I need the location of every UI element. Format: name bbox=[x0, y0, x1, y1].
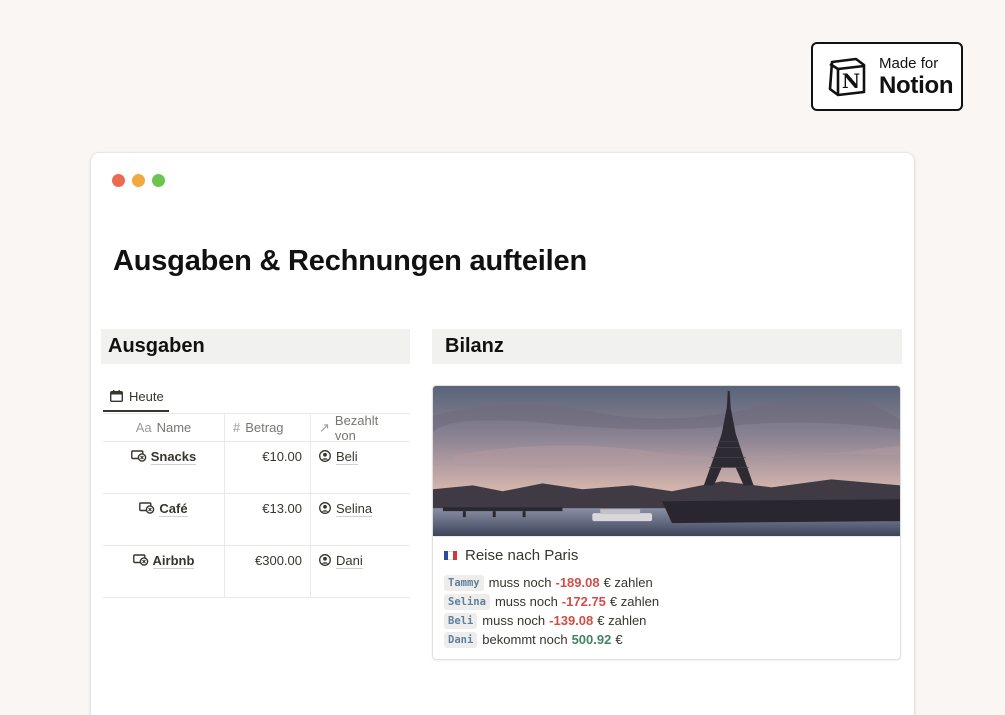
row-payer-cell[interactable]: Dani bbox=[311, 546, 410, 597]
person-tag: Selina bbox=[444, 593, 490, 610]
calendar-icon bbox=[110, 390, 123, 402]
text-property-icon: Aa bbox=[135, 420, 152, 435]
ausgaben-heading: Ausgaben bbox=[101, 329, 410, 364]
view-tab-heute[interactable]: Heute bbox=[103, 383, 169, 412]
badge-line-1: Made for bbox=[879, 54, 939, 72]
bilanz-heading: Bilanz bbox=[432, 329, 902, 364]
page-title: Ausgaben & Rechnungen aufteilen bbox=[113, 245, 587, 277]
number-property-icon: # bbox=[233, 420, 241, 435]
person-tag: Dani bbox=[444, 631, 478, 648]
table-row[interactable]: Café €13.00 Selina bbox=[103, 494, 410, 546]
balance-amount: -172.75 bbox=[561, 594, 606, 609]
person-icon bbox=[319, 450, 331, 462]
money-icon bbox=[139, 502, 155, 514]
balance-amount: 500.92 bbox=[571, 632, 612, 647]
row-amount-cell[interactable]: €10.00 bbox=[225, 442, 311, 493]
badge-line-2: Notion bbox=[879, 71, 954, 99]
money-icon bbox=[130, 450, 147, 462]
maximize-dot[interactable] bbox=[152, 174, 165, 187]
balance-line: Dani bekommt noch 500.92 € bbox=[444, 630, 659, 649]
row-payer-cell[interactable]: Selina bbox=[311, 494, 410, 545]
svg-text:N: N bbox=[842, 69, 860, 93]
table-row[interactable]: Airbnb €300.00 Dani bbox=[103, 546, 410, 598]
window-controls bbox=[112, 174, 165, 187]
balance-line: Selina muss noch -172.75 € zahlen bbox=[444, 592, 659, 611]
person-tag: Beli bbox=[444, 612, 478, 629]
notion-logo-icon: N bbox=[828, 57, 866, 96]
person-tag: Tammy bbox=[444, 574, 484, 591]
balance-amount: -189.08 bbox=[555, 575, 600, 590]
column-header-bezahlt-von[interactable]: ↗ Bezahlt von bbox=[311, 413, 410, 443]
close-dot[interactable] bbox=[112, 174, 125, 187]
made-for-notion-badge: N Made for Notion bbox=[811, 42, 963, 111]
column-header-betrag[interactable]: # Betrag bbox=[225, 414, 311, 441]
person-icon bbox=[319, 502, 331, 514]
row-name-cell[interactable]: Airbnb bbox=[103, 546, 225, 597]
column-header-name[interactable]: Aa Name bbox=[103, 414, 225, 441]
balance-line: Tammy muss noch -189.08 € zahlen bbox=[444, 573, 659, 592]
card-title[interactable]: Reise nach Paris bbox=[444, 547, 578, 564]
row-name-cell[interactable]: Snacks bbox=[103, 442, 225, 493]
table-row[interactable]: Snacks €10.00 Beli bbox=[103, 442, 410, 494]
expenses-table: Aa Name # Betrag ↗ Bezahlt von Snacks €1… bbox=[103, 413, 410, 598]
balance-lines: Tammy muss noch -189.08 € zahlen Selina … bbox=[444, 573, 659, 649]
money-icon bbox=[132, 554, 148, 566]
row-amount-cell[interactable]: €300.00 bbox=[225, 546, 311, 597]
row-name-cell[interactable]: Café bbox=[103, 494, 225, 545]
relation-property-icon: ↗ bbox=[319, 419, 330, 435]
cover-image-eiffel-tower bbox=[433, 386, 900, 537]
table-header: Aa Name # Betrag ↗ Bezahlt von bbox=[103, 413, 410, 443]
row-amount-cell[interactable]: €13.00 bbox=[225, 494, 311, 545]
balance-amount: -139.08 bbox=[549, 613, 594, 628]
gallery-card-paris[interactable]: Reise nach Paris Tammy muss noch -189.08… bbox=[432, 385, 901, 660]
france-flag-icon bbox=[444, 551, 457, 560]
view-tab-label: Heute bbox=[129, 389, 164, 404]
balance-line: Beli muss noch -139.08 € zahlen bbox=[444, 611, 659, 630]
minimize-dot[interactable] bbox=[132, 174, 145, 187]
app-window: Ausgaben & Rechnungen aufteilen Ausgaben… bbox=[91, 153, 914, 715]
row-payer-cell[interactable]: Beli bbox=[311, 442, 410, 493]
person-icon bbox=[319, 554, 331, 566]
